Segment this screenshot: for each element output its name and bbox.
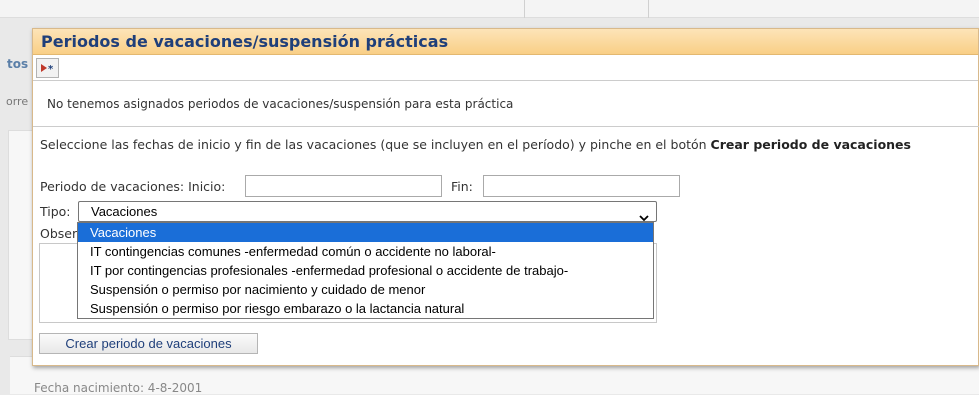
divider [524,0,525,18]
birth-date-text: Fecha nacimiento: 4-8-2001 [34,381,203,395]
start-date-input[interactable] [245,175,442,197]
chevron-down-icon [639,208,649,222]
type-options-list: Vacaciones IT contingencias comunes -enf… [77,222,654,319]
background-panel [8,130,33,340]
divider [648,0,649,18]
background-link-fragment[interactable]: tos [7,57,28,71]
type-option[interactable]: IT contingencias comunes -enfermedad com… [78,242,653,261]
type-option[interactable]: IT por contingencias profesionales -enfe… [78,261,653,280]
period-start-label: Periodo de vacaciones: Inicio: [40,179,226,194]
end-date-label: Fin: [451,179,473,194]
message-row: No tenemos asignados periodos de vacacio… [33,82,979,127]
type-option[interactable]: Suspensión o permiso por nacimiento y cu… [78,280,653,299]
background-text-fragment: orre [6,95,29,108]
type-select-value: Vacaciones [91,204,158,219]
type-option[interactable]: Suspensión o permiso por riesgo embarazo… [78,299,653,318]
no-periods-message: No tenemos asignados periodos de vacacio… [47,97,514,111]
svg-text:*: * [48,64,54,73]
expand-button[interactable]: * [36,58,59,78]
type-option[interactable]: Vacaciones [78,223,653,242]
dialog-title: Periodos de vacaciones/suspensión prácti… [33,29,978,55]
create-period-button[interactable]: Crear periodo de vacaciones [39,333,258,354]
instructions-bold: Crear periodo de vacaciones [710,137,911,152]
dialog-toolbar: * [33,55,978,81]
observations-label: Obser [40,226,78,241]
type-select[interactable]: Vacaciones [78,201,657,222]
end-date-input[interactable] [483,175,680,197]
instructions-prefix: Seleccione las fechas de inicio y fin de… [40,137,711,152]
instructions-text: Seleccione las fechas de inicio y fin de… [40,137,911,152]
expand-arrow-icon: * [40,63,56,73]
background-top-bar [0,0,979,18]
type-label: Tipo: [40,204,71,219]
